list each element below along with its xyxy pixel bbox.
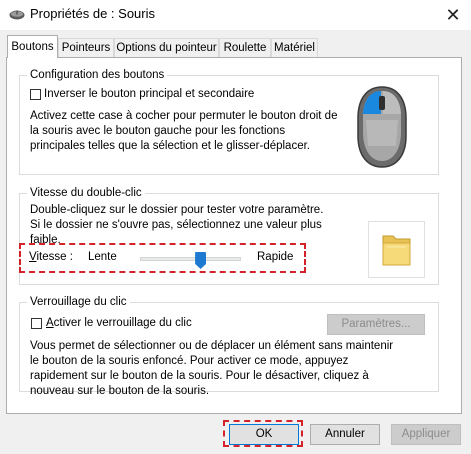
window-title: Propriétés de : Souris: [30, 6, 156, 21]
cancel-button[interactable]: Annuler: [310, 424, 380, 445]
click-lock-description: Vous permet de sélectionner ou de déplac…: [30, 340, 394, 397]
button-config-description: Activez cette case à cocher pour permute…: [30, 110, 338, 152]
swap-buttons-checkbox[interactable]: [30, 89, 41, 100]
double-click-title: Vitesse du double-clic: [27, 187, 145, 200]
tab-wheel[interactable]: Roulette: [219, 38, 271, 57]
mouse-app-icon: [9, 10, 25, 20]
mouse-illustration-icon: [357, 86, 407, 168]
folder-icon: [382, 235, 411, 266]
fast-label: Rapide: [257, 251, 294, 263]
click-lock-settings-button[interactable]: Paramètres...: [327, 314, 425, 335]
button-config-title: Configuration des boutons: [27, 69, 168, 82]
tab-pointer-options[interactable]: Options du pointeur: [114, 38, 219, 57]
speed-label-text: itesse :: [36, 251, 73, 263]
close-icon[interactable]: ✕: [443, 5, 463, 25]
slow-label: Lente: [88, 251, 117, 263]
speed-label: Vitesse :: [29, 251, 73, 263]
speed-slider-track[interactable]: [140, 257, 241, 261]
tab-hardware[interactable]: Matériel: [271, 38, 318, 57]
ok-button[interactable]: OK: [229, 424, 299, 445]
tab-buttons[interactable]: Boutons: [7, 35, 58, 58]
apply-button[interactable]: Appliquer: [391, 424, 461, 445]
tab-pointers[interactable]: Pointeurs: [58, 38, 114, 57]
double-click-description: Double-cliquez sur le dossier pour teste…: [30, 204, 324, 246]
test-folder-box[interactable]: [368, 221, 425, 278]
title-bar: Propriétés de : Souris ✕: [0, 0, 471, 30]
click-lock-label[interactable]: Activer le verrouillage du clic: [46, 316, 192, 331]
swap-buttons-label[interactable]: Inverser le bouton principal et secondai…: [44, 87, 254, 102]
click-lock-checkbox[interactable]: [31, 318, 42, 329]
click-lock-title: Verrouillage du clic: [27, 296, 130, 309]
